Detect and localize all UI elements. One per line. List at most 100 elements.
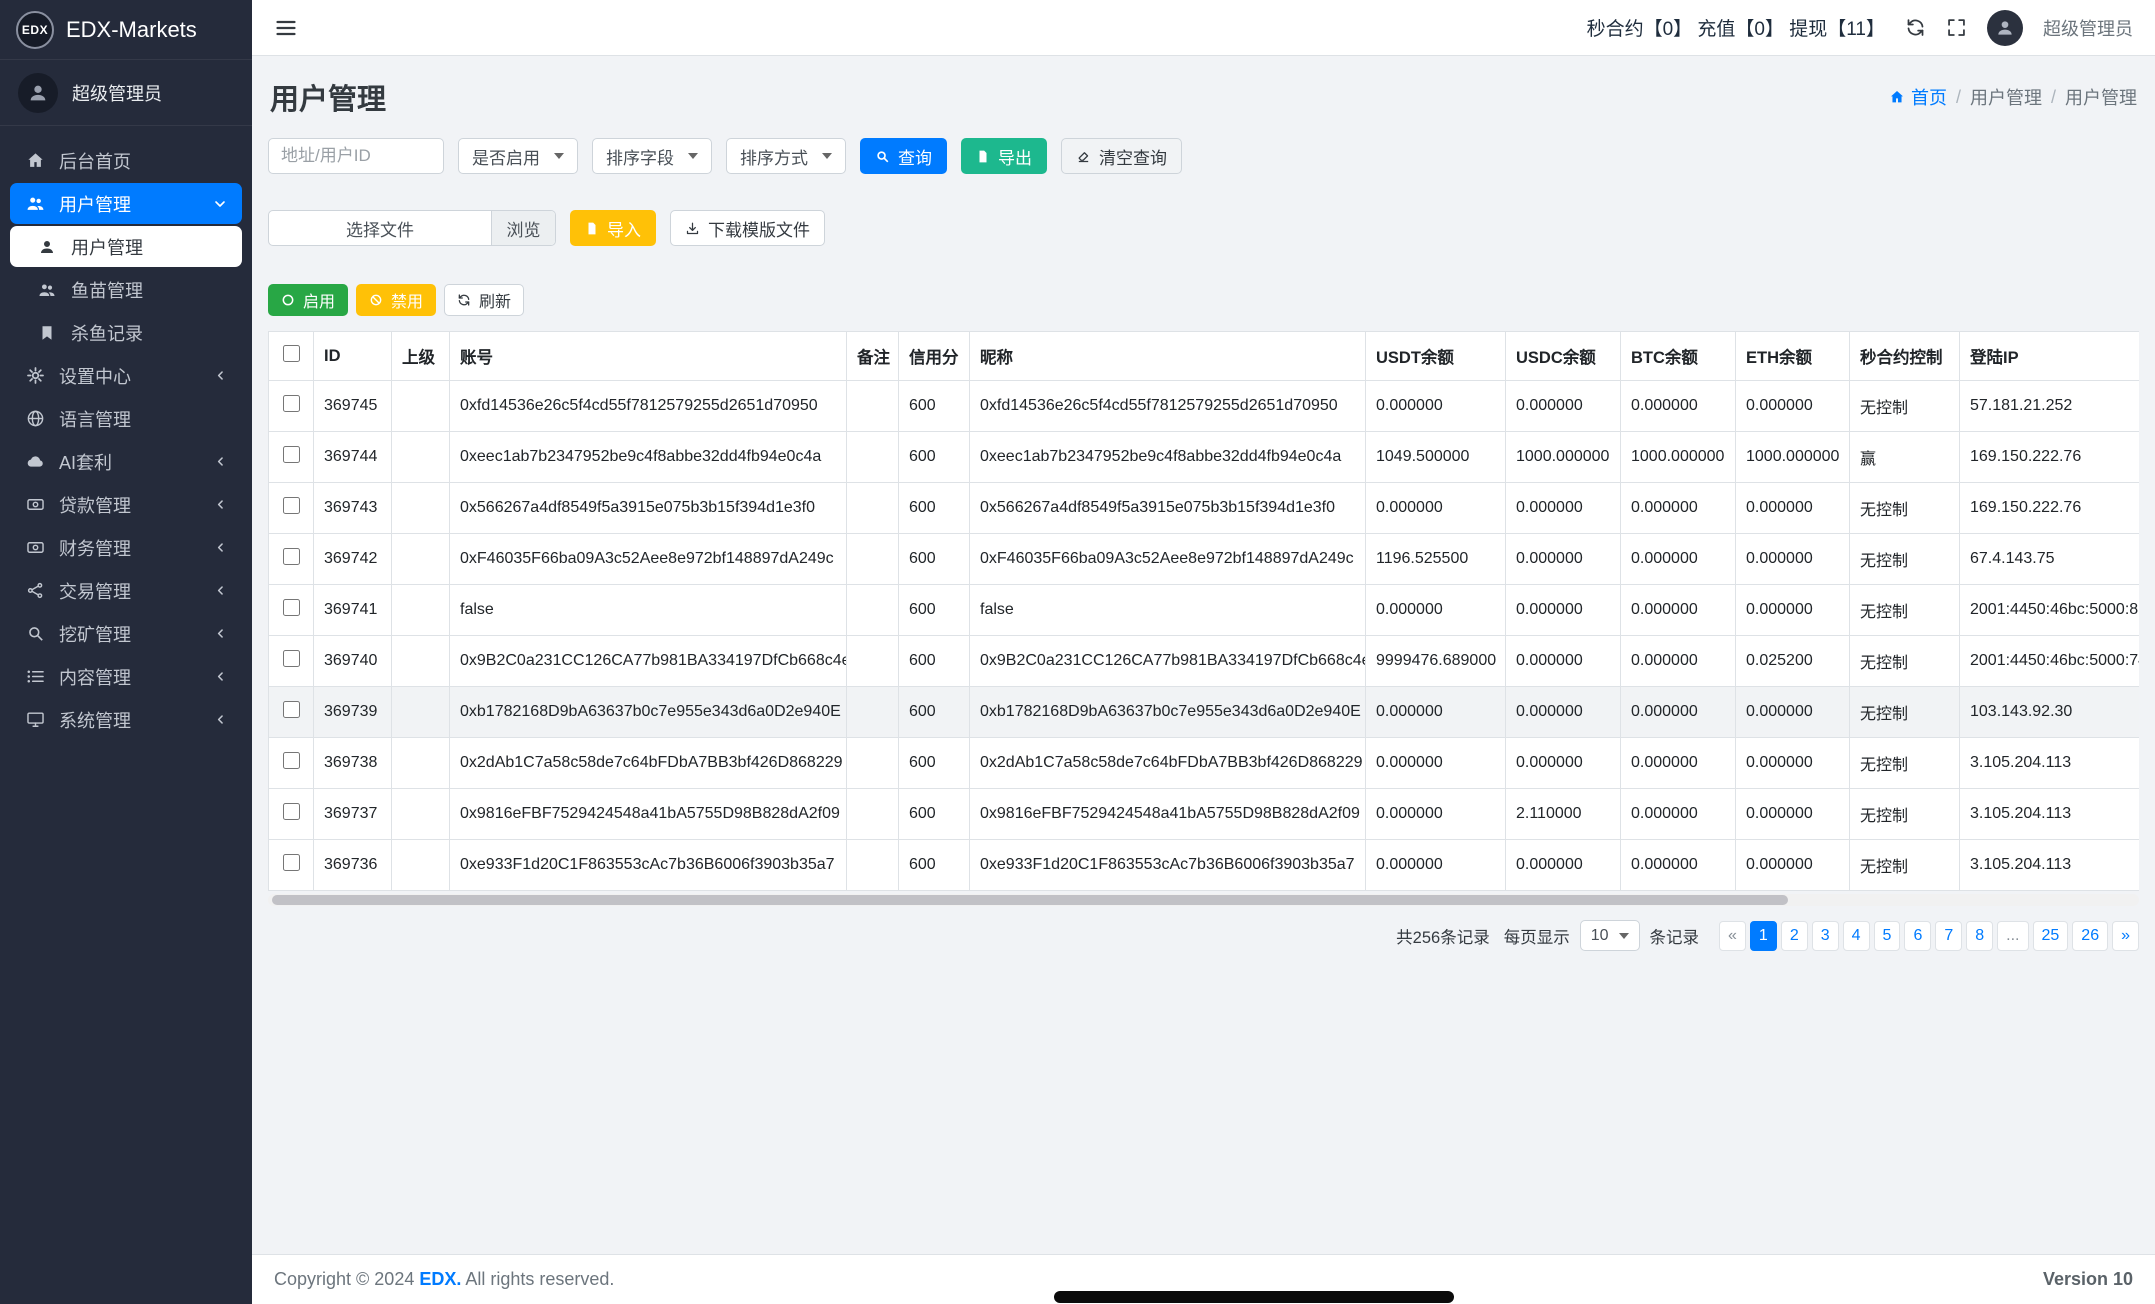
sidebar-item-system-management[interactable]: 系统管理: [10, 699, 242, 740]
brand[interactable]: EDX EDX-Markets: [0, 0, 252, 60]
row-checkbox[interactable]: [283, 701, 300, 718]
sidebar-item-ai-arbitrage[interactable]: AI套利: [10, 441, 242, 482]
cell-credit: 600: [899, 738, 970, 789]
refresh-icon: [457, 293, 471, 307]
sidebar-item-finance-management[interactable]: 财务管理: [10, 527, 242, 568]
cell-control: 赢: [1850, 432, 1960, 483]
cell-btc: 1000.000000: [1621, 432, 1736, 483]
enable-button[interactable]: 启用: [268, 284, 348, 316]
sidebar-subitem-user-management[interactable]: 用户管理: [10, 226, 242, 267]
refresh-icon[interactable]: [1905, 17, 1926, 38]
footer-brand-link[interactable]: EDX.: [419, 1269, 461, 1289]
cell-note: [847, 636, 899, 687]
cell-nickname: 0x9816eFBF7529424548a41bA5755D98B828dA2f…: [970, 789, 1366, 840]
breadcrumb-home-link[interactable]: 首页: [1889, 84, 1947, 110]
cell-note: [847, 534, 899, 585]
sidebar-item-content-management[interactable]: 内容管理: [10, 656, 242, 697]
clear-query-button[interactable]: 清空查询: [1061, 138, 1182, 174]
sort-order-select[interactable]: 排序方式: [726, 138, 846, 174]
cell-id: 369737: [314, 789, 392, 840]
download-template-button[interactable]: 下载模版文件: [670, 210, 825, 246]
table-row: 3697380x2dAb1C7a58c58de7c64bFDbA7BB3bf42…: [269, 738, 2140, 789]
list-icon: [24, 667, 46, 686]
cell-account: 0x9B2C0a231CC126CA77b981BA334197DfCb668c…: [450, 636, 847, 687]
clear-query-button-label: 清空查询: [1099, 144, 1167, 169]
sidebar-item-user-management[interactable]: 用户管理: [10, 183, 242, 224]
page-button-8[interactable]: 8: [1966, 921, 1993, 951]
cell-usdt: 0.000000: [1366, 789, 1506, 840]
pending-counts-text[interactable]: 秒合约【0】 充值【0】 提现【11】: [1587, 14, 1885, 41]
row-checkbox[interactable]: [283, 599, 300, 616]
cell-control: 无控制: [1850, 534, 1960, 585]
enable-filter-select[interactable]: 是否启用: [458, 138, 578, 174]
sidebar-subitem-fry-management[interactable]: 鱼苗管理: [10, 269, 242, 310]
per-page-select[interactable]: 10: [1580, 920, 1640, 951]
sort-order-label: 排序方式: [740, 144, 808, 169]
row-checkbox[interactable]: [283, 497, 300, 514]
page-button-7[interactable]: 7: [1935, 921, 1962, 951]
row-checkbox[interactable]: [283, 650, 300, 667]
sort-field-select[interactable]: 排序字段: [592, 138, 712, 174]
row-checkbox[interactable]: [283, 803, 300, 820]
cell-control: 无控制: [1850, 483, 1960, 534]
row-checkbox[interactable]: [283, 446, 300, 463]
sidebar-item-language-management[interactable]: 语言管理: [10, 398, 242, 439]
cell-ip: 3.105.204.113: [1960, 738, 2140, 789]
page-button-6[interactable]: 6: [1904, 921, 1931, 951]
topbar-role-label[interactable]: 超级管理员: [2043, 15, 2133, 41]
sidebar-item-settings-center[interactable]: 设置中心: [10, 355, 242, 396]
search-input[interactable]: [268, 138, 444, 174]
refresh-button[interactable]: 刷新: [444, 284, 524, 316]
cell-account: 0xeec1ab7b2347952be9c4f8abbe32dd4fb94e0c…: [450, 432, 847, 483]
cell-note: [847, 789, 899, 840]
fullscreen-icon[interactable]: [1946, 17, 1967, 38]
row-checkbox[interactable]: [283, 548, 300, 565]
sidebar-item-dashboard[interactable]: 后台首页: [10, 140, 242, 181]
page-button-1[interactable]: 1: [1750, 921, 1777, 951]
browse-button[interactable]: 浏览: [491, 211, 555, 245]
bookmark-icon: [36, 324, 58, 342]
table-row: 3697390xb1782168D9bA63637b0c7e955e343d6a…: [269, 687, 2140, 738]
page-button-26[interactable]: 26: [2072, 921, 2108, 951]
cell-usdt: 0.000000: [1366, 738, 1506, 789]
cell-usdt: 1196.525500: [1366, 534, 1506, 585]
cell-usdc: 0.000000: [1506, 381, 1621, 432]
page-button-25[interactable]: 25: [2033, 921, 2069, 951]
export-button[interactable]: 导出: [961, 138, 1047, 174]
disable-button[interactable]: 禁用: [356, 284, 436, 316]
row-checkbox-cell: [269, 789, 314, 840]
page-button-5[interactable]: 5: [1874, 921, 1901, 951]
row-checkbox[interactable]: [283, 395, 300, 412]
cell-parent: [392, 636, 450, 687]
column-header: USDT余额: [1366, 332, 1506, 381]
page-button-2[interactable]: 2: [1781, 921, 1808, 951]
row-checkbox[interactable]: [283, 854, 300, 871]
select-all-checkbox[interactable]: [283, 345, 300, 362]
sidebar-item-mining-management[interactable]: 挖矿管理: [10, 613, 242, 654]
sidebar-item-label: 设置中心: [59, 363, 131, 389]
download-template-label: 下载模版文件: [708, 216, 810, 241]
column-header: 备注: [847, 332, 899, 381]
import-button[interactable]: 导入: [570, 210, 656, 246]
sidebar-subitem-kill-records[interactable]: 杀鱼记录: [10, 312, 242, 353]
cell-usdc: 0.000000: [1506, 687, 1621, 738]
file-input[interactable]: 选择文件 浏览: [268, 210, 556, 246]
hamburger-menu-icon[interactable]: [274, 16, 298, 40]
page-button-4[interactable]: 4: [1843, 921, 1870, 951]
cell-note: [847, 687, 899, 738]
query-button[interactable]: 查询: [860, 138, 947, 174]
sidebar-item-trade-management[interactable]: 交易管理: [10, 570, 242, 611]
table-row: 3697420xF46035F66ba09A3c52Aee8e972bf1488…: [269, 534, 2140, 585]
column-header: 信用分: [899, 332, 970, 381]
scrollbar-thumb[interactable]: [272, 895, 1788, 905]
topbar-avatar-icon[interactable]: [1987, 10, 2023, 46]
row-checkbox[interactable]: [283, 752, 300, 769]
chevron-left-icon: [213, 626, 228, 641]
column-header: BTC余额: [1621, 332, 1736, 381]
sidebar-item-loan-management[interactable]: 贷款管理: [10, 484, 242, 525]
page-next-button[interactable]: »: [2112, 921, 2139, 951]
cell-usdt: 0.000000: [1366, 585, 1506, 636]
page-button-3[interactable]: 3: [1812, 921, 1839, 951]
cell-account: 0xfd14536e26c5f4cd55f7812579255d2651d709…: [450, 381, 847, 432]
sidebar-item-label: 财务管理: [59, 535, 131, 561]
